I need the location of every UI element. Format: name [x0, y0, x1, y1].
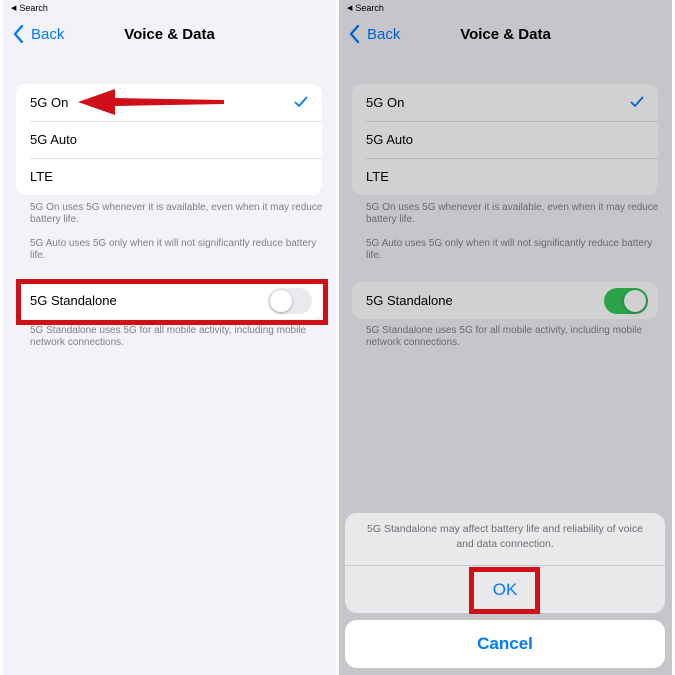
alert-message: 5G Standalone may affect battery life an… — [367, 523, 643, 550]
option-label: 5G On — [30, 95, 69, 110]
back-triangle-icon: ◀ — [11, 5, 17, 12]
option-5g-auto[interactable]: 5G Auto — [16, 121, 322, 158]
option-label: 5G Auto — [30, 132, 77, 147]
footnote-5g-on: 5G On uses 5G whenever it is available, … — [30, 202, 323, 225]
navigation-bar: Back Voice & Data — [3, 18, 336, 52]
red-highlight-box — [16, 279, 328, 325]
left-screen: ◀ Search Back Voice & Data 5G On 5G Auto… — [3, 0, 336, 675]
checkmark-icon — [294, 96, 308, 107]
status-bar-back-to-search[interactable]: ◀ Search — [11, 3, 48, 13]
red-arrow-annotation — [78, 89, 224, 115]
footnote-5g-auto: 5G Auto uses 5G only when it will not si… — [30, 238, 317, 261]
page-title: Voice & Data — [124, 26, 215, 43]
footnote-standalone: 5G Standalone uses 5G for all mobile act… — [30, 325, 307, 348]
cancel-button[interactable]: Cancel — [345, 620, 665, 668]
red-highlight-box — [469, 567, 540, 614]
right-screen: ◀ Search Back Voice & Data 5G On 5G Auto… — [339, 0, 672, 675]
option-label: LTE — [30, 169, 53, 184]
status-back-app-label: Search — [19, 3, 48, 13]
option-lte[interactable]: LTE — [16, 158, 322, 195]
